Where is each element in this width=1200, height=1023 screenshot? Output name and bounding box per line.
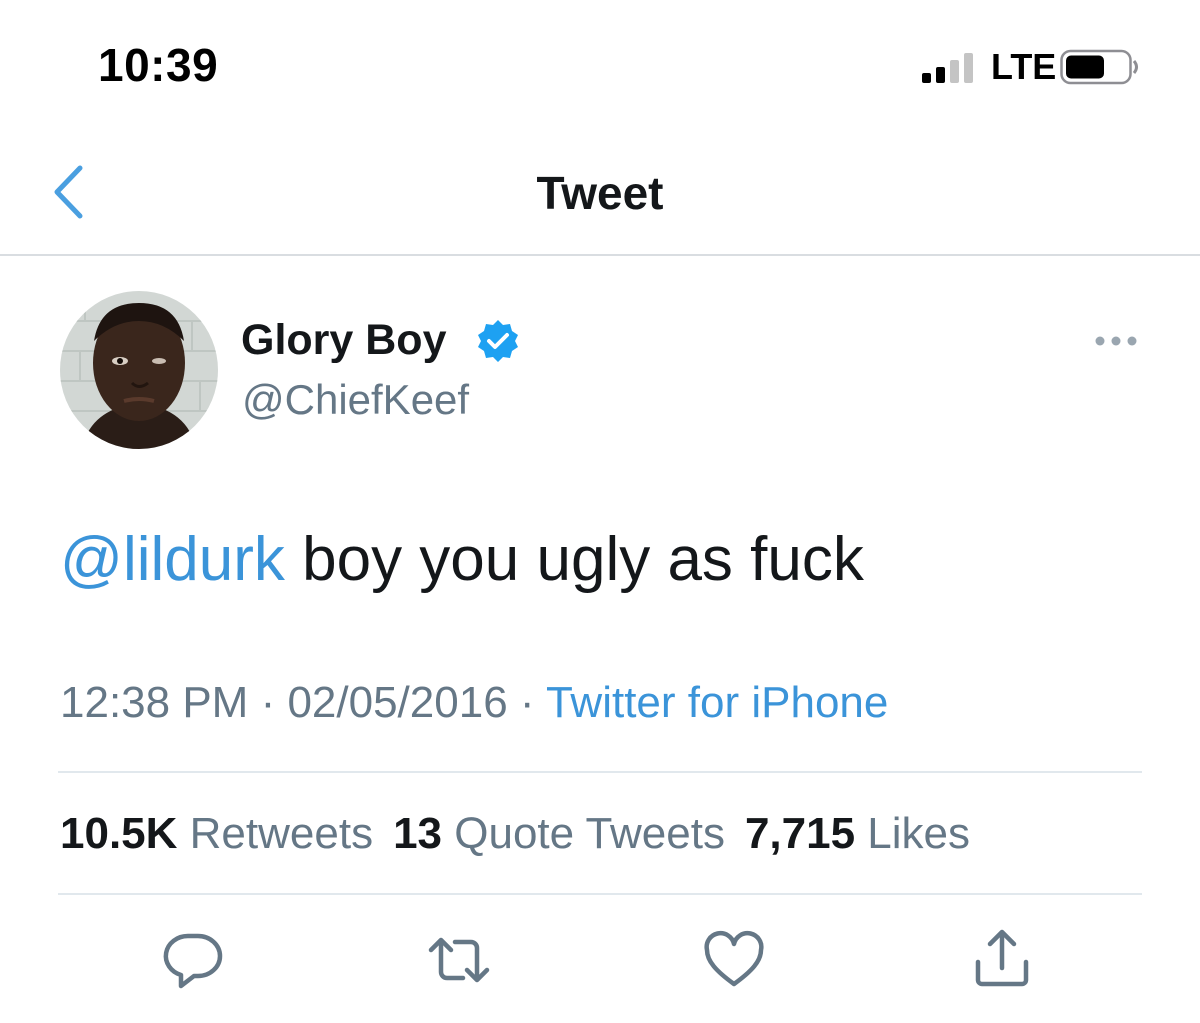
avatar[interactable] xyxy=(60,291,218,449)
verified-badge-icon xyxy=(478,320,518,362)
reply-button[interactable] xyxy=(161,928,225,992)
battery-icon xyxy=(1060,49,1138,85)
quotes-stat[interactable]: 13 Quote Tweets xyxy=(393,809,725,858)
share-button[interactable] xyxy=(970,926,1034,990)
page-title: Tweet xyxy=(536,167,664,219)
likes-count: 7,715 xyxy=(744,809,856,858)
meta-separator: · xyxy=(507,678,546,727)
divider xyxy=(58,771,1142,773)
retweet-icon xyxy=(428,937,490,983)
meta-separator: · xyxy=(248,678,288,727)
divider xyxy=(58,893,1142,895)
quotes-count: 13 xyxy=(393,809,443,858)
more-dots-icon[interactable] xyxy=(1094,331,1138,351)
quotes-label: Quote Tweets xyxy=(454,809,725,858)
tweet-stats: 10.5K Retweets 13 Quote Tweets 7,715 Likes xyxy=(60,809,990,859)
author-handle[interactable]: @ChiefKeef xyxy=(242,376,469,424)
share-icon xyxy=(975,929,1029,987)
like-button[interactable] xyxy=(702,928,766,992)
network-label: LTE xyxy=(991,46,1057,87)
retweets-label: Retweets xyxy=(189,809,374,858)
signal-bars-icon xyxy=(922,53,973,83)
tweet-body: boy you ugly as fuck xyxy=(284,525,864,594)
tweet-date: 02/05/2016 xyxy=(287,678,508,727)
mention-link[interactable]: @lildurk xyxy=(60,525,285,594)
retweets-stat[interactable]: 10.5K Retweets xyxy=(60,809,373,858)
likes-label: Likes xyxy=(867,809,971,858)
tweet-time: 12:38 PM xyxy=(60,678,249,727)
reply-icon xyxy=(163,933,223,989)
tweet-meta: 12:38 PM · 02/05/2016 · Twitter for iPho… xyxy=(60,678,888,728)
heart-icon xyxy=(704,930,764,987)
tweet-text: @lildurk boy you ugly as fuck xyxy=(60,524,864,595)
likes-stat[interactable]: 7,715 Likes xyxy=(745,809,970,858)
nav-divider xyxy=(0,254,1200,256)
tweet-source-link[interactable]: Twitter for iPhone xyxy=(546,678,888,727)
author-name[interactable]: Glory Boy xyxy=(241,316,447,365)
status-time: 10:39 xyxy=(98,39,219,91)
retweets-count: 10.5K xyxy=(60,809,178,858)
retweet-button[interactable] xyxy=(427,928,491,992)
